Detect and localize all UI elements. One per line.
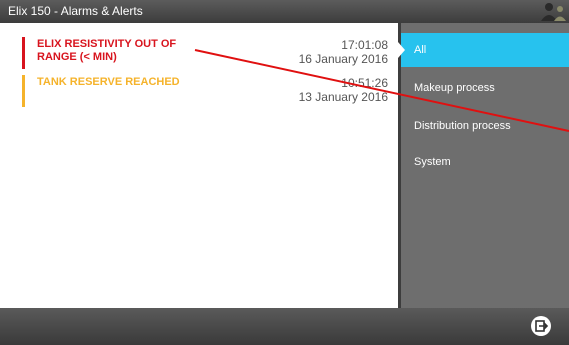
- alarm-date: 16 January 2016: [298, 52, 388, 66]
- alarm-timestamp: 10:51:26 13 January 2016: [299, 76, 388, 104]
- filter-all[interactable]: All: [398, 33, 569, 67]
- title-bar: Elix 150 - Alarms & Alerts: [0, 0, 569, 23]
- alarm-time: 10:51:26: [341, 76, 388, 90]
- alarm-date: 13 January 2016: [298, 90, 388, 104]
- alarm-timestamp: 17:01:08 16 January 2016: [299, 38, 388, 66]
- alarms-screen: Elix 150 - Alarms & Alerts ELIX RESISTIV…: [0, 0, 569, 345]
- window-title: Elix 150 - Alarms & Alerts: [8, 4, 143, 18]
- alarm-message: ELIX RESISTIVITY OUT OF RANGE (< MIN): [37, 38, 177, 63]
- filter-distribution-process[interactable]: Distribution process: [401, 109, 569, 143]
- user-icon[interactable]: [535, 0, 569, 23]
- filter-makeup-process[interactable]: Makeup process: [401, 71, 569, 105]
- exit-icon[interactable]: [530, 315, 552, 337]
- alarm-list: ELIX RESISTIVITY OUT OF RANGE (< MIN) 17…: [0, 23, 398, 308]
- filter-system[interactable]: System: [401, 145, 569, 179]
- alarm-item[interactable]: TANK RESERVE REACHED 10:51:26 13 January…: [22, 75, 392, 107]
- alarm-time: 17:01:08: [341, 38, 388, 52]
- filter-sidebar: All Makeup process Distribution process …: [398, 23, 569, 308]
- alarm-item[interactable]: ELIX RESISTIVITY OUT OF RANGE (< MIN) 17…: [22, 37, 392, 69]
- alarm-message: TANK RESERVE REACHED: [37, 76, 180, 88]
- bottom-bar: [0, 308, 569, 345]
